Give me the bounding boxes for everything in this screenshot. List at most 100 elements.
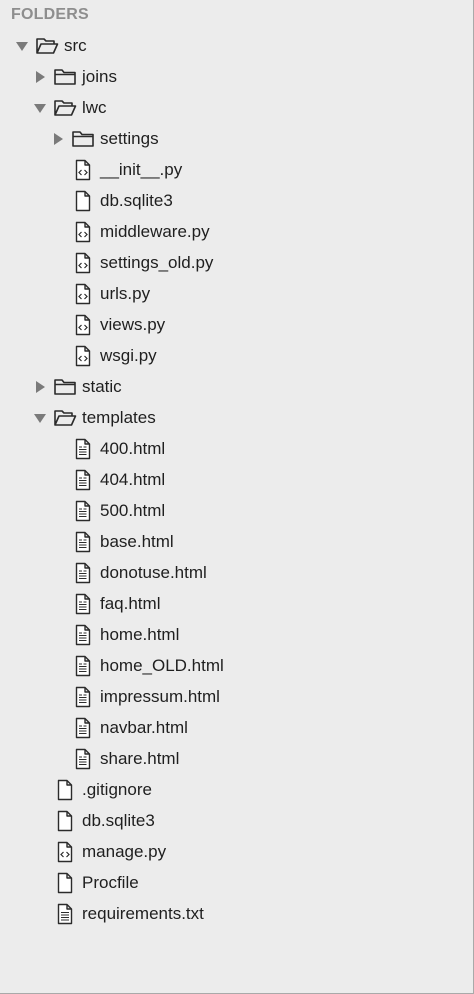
markup-file-icon [71,654,95,678]
tree-item-label: static [82,376,122,396]
file-item-500-html[interactable]: 500.html [0,495,473,526]
tree-item-label: 500.html [100,500,166,520]
file-item-manage-py[interactable]: manage.py [0,836,473,867]
file-icon [53,809,77,833]
markup-file-icon [71,530,95,554]
disclosure-expanded-icon[interactable] [32,410,48,426]
folder-item-templates[interactable]: templates [0,402,473,433]
folder-icon [71,127,95,151]
tree-item-label: db.sqlite3 [100,190,173,210]
markup-file-icon [71,623,95,647]
file-icon [53,778,77,802]
file-item-impressum-html[interactable]: impressum.html [0,681,473,712]
file-item-base-html[interactable]: base.html [0,526,473,557]
code-file-icon [71,282,95,306]
folders-header: FOLDERS [11,6,89,23]
file-item-settings-old-py[interactable]: settings_old.py [0,247,473,278]
tree-item-label: wsgi.py [100,345,157,365]
tree-item-label: share.html [100,748,180,768]
tree-item-label: requirements.txt [82,903,204,923]
file-item-faq-html[interactable]: faq.html [0,588,473,619]
file-item-db-sqlite3[interactable]: db.sqlite3 [0,185,473,216]
tree-item-label: home.html [100,624,180,644]
folder-item-joins[interactable]: joins [0,61,473,92]
disclosure-collapsed-icon[interactable] [50,131,66,147]
file-item-requirements-txt[interactable]: requirements.txt [0,898,473,929]
tree-item-label: settings [100,128,159,148]
folder-item-static[interactable]: static [0,371,473,402]
file-item-donotuse-html[interactable]: donotuse.html [0,557,473,588]
tree-item-label: impressum.html [100,686,220,706]
tree-item-label: settings_old.py [100,252,214,272]
tree-item-label: templates [82,407,156,427]
file-item-404-html[interactable]: 404.html [0,464,473,495]
tree-item-label: donotuse.html [100,562,207,582]
markup-file-icon [71,592,95,616]
file-item-home-old-html[interactable]: home_OLD.html [0,650,473,681]
tree-item-label: manage.py [82,841,167,861]
tree-item-label: __init__.py [100,159,183,179]
folder-item-settings[interactable]: settings [0,123,473,154]
tree-item-label: navbar.html [100,717,188,737]
tree-item-label: lwc [82,97,107,117]
markup-file-icon [71,499,95,523]
disclosure-expanded-icon[interactable] [32,100,48,116]
tree-item-label: base.html [100,531,174,551]
markup-file-icon [71,437,95,461]
disclosure-expanded-icon[interactable] [14,38,30,54]
markup-file-icon [71,561,95,585]
folder-open-icon [53,406,77,430]
file-item-db-sqlite3[interactable]: db.sqlite3 [0,805,473,836]
disclosure-collapsed-icon[interactable] [32,379,48,395]
tree-item-label: middleware.py [100,221,210,241]
folders-sidebar: FOLDERS src joins lwc settings __init__.pydb… [0,0,474,994]
folder-open-icon [53,96,77,120]
file-item-navbar-html[interactable]: navbar.html [0,712,473,743]
file-item-share-html[interactable]: share.html [0,743,473,774]
tree-item-label: views.py [100,314,166,334]
file-item-views-py[interactable]: views.py [0,309,473,340]
tree-item-label: faq.html [100,593,161,613]
text-file-icon [53,902,77,926]
file-item-home-html[interactable]: home.html [0,619,473,650]
markup-file-icon [71,716,95,740]
file-item-urls-py[interactable]: urls.py [0,278,473,309]
folder-icon [53,375,77,399]
file-item-middleware-py[interactable]: middleware.py [0,216,473,247]
tree-item-label: src [64,35,87,55]
tree-item-label: home_OLD.html [100,655,224,675]
code-file-icon [71,158,95,182]
tree-item-label: 400.html [100,438,166,458]
tree-item-label: .gitignore [82,779,152,799]
file-item-wsgi-py[interactable]: wsgi.py [0,340,473,371]
disclosure-collapsed-icon[interactable] [32,69,48,85]
file-item-400-html[interactable]: 400.html [0,433,473,464]
file-item-init-py[interactable]: __init__.py [0,154,473,185]
markup-file-icon [71,468,95,492]
folder-item-lwc[interactable]: lwc [0,92,473,123]
file-item-gitignore[interactable]: .gitignore [0,774,473,805]
markup-file-icon [71,685,95,709]
folder-open-icon [35,34,59,58]
file-item-procfile[interactable]: Procfile [0,867,473,898]
folder-item-src[interactable]: src [0,30,473,61]
code-file-icon [71,313,95,337]
